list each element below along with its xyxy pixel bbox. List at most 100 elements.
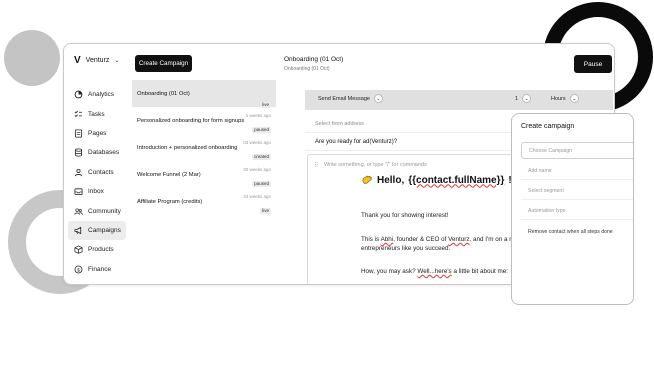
step-type-value: Send Email Message bbox=[318, 95, 370, 102]
chevron-down-icon: ⌄ bbox=[522, 94, 532, 103]
sidebar-nav: Analytics Tasks Pages Databases Contacts… bbox=[68, 85, 126, 279]
campaign-name: Introduction + personalized onboarding bbox=[137, 144, 238, 151]
campaign-item[interactable]: Introduction + personalized onboarding 0… bbox=[132, 134, 276, 161]
delay-unit-select[interactable]: Hours ⌄ bbox=[551, 94, 579, 103]
text-run: , and I'm on a m bbox=[469, 236, 515, 243]
text-run: This is bbox=[361, 236, 381, 243]
inbox-icon bbox=[74, 187, 83, 196]
campaign-meta: 1 weeks ago paused bbox=[246, 113, 271, 136]
pause-button[interactable]: Pause bbox=[574, 55, 612, 73]
database-icon bbox=[74, 148, 83, 157]
choose-campaign-select[interactable]: Choose Campaign bbox=[521, 142, 633, 159]
campaign-name: Onboarding (01 Oct) bbox=[137, 90, 190, 97]
text-run: How, you may ask? bbox=[361, 268, 418, 275]
campaign-item[interactable]: Onboarding (01 Oct) live bbox=[132, 80, 276, 108]
status-badge: paused bbox=[252, 180, 271, 187]
text-run: a little bit about me: bbox=[451, 268, 509, 275]
community-icon bbox=[74, 207, 83, 216]
tasks-icon bbox=[74, 110, 83, 119]
status-badge: created bbox=[251, 153, 271, 160]
sidebar-item-analytics[interactable]: Analytics bbox=[68, 85, 126, 104]
paragraph-intro: This is Abhi, founder & CEO of Venturz, … bbox=[361, 235, 514, 244]
campaign-meta: 03 weeks ago created bbox=[243, 140, 271, 163]
editor-placeholder: Write something, or type "/" for command… bbox=[324, 162, 427, 168]
breadcrumb: Onboarding (01 Oct) bbox=[284, 66, 330, 72]
campaign-name: Affiliate Program (credits) bbox=[137, 198, 203, 205]
delay-value-select[interactable]: 1 ⌄ bbox=[515, 94, 532, 103]
sidebar-item-products[interactable]: Products bbox=[68, 240, 126, 259]
status-badge: live bbox=[260, 207, 271, 214]
sidebar-item-label: Inbox bbox=[88, 188, 104, 196]
chevron-down-icon: ⌄ bbox=[373, 94, 383, 103]
campaign-item[interactable]: Personalized onboarding for form signups… bbox=[132, 107, 276, 134]
sidebar-item-campaigns[interactable]: Campaigns bbox=[68, 220, 126, 241]
contacts-icon bbox=[74, 168, 83, 177]
sidebar-item-label: Campaigns bbox=[88, 226, 121, 234]
delay-value: 1 bbox=[515, 95, 519, 102]
remove-contact-option[interactable]: Remove contact when all steps done bbox=[528, 229, 613, 235]
sidebar-item-label: Contacts bbox=[88, 168, 114, 176]
delay-unit-value: Hours bbox=[551, 95, 566, 102]
sidebar-item-label: Finance bbox=[88, 265, 112, 273]
merge-field-contact-fullname[interactable]: {{contact.fullName}} bbox=[408, 175, 504, 186]
status-badge: paused bbox=[252, 126, 271, 133]
chevron-down-icon: ⌄ bbox=[114, 58, 120, 64]
svg-text:$: $ bbox=[77, 267, 80, 273]
sidebar-item-databases[interactable]: Databases bbox=[68, 143, 126, 162]
campaign-list: Onboarding (01 Oct) live Personalized on… bbox=[132, 80, 276, 215]
campaign-item[interactable]: Affiliate Program (credits) 34 weeks ago… bbox=[132, 188, 276, 215]
sidebar-item-label: Products bbox=[88, 246, 114, 254]
sidebar-item-contacts[interactable]: Contacts bbox=[68, 163, 126, 182]
sidebar-item-finance[interactable]: $ Finance bbox=[68, 260, 126, 279]
greeting-prefix: Hello, bbox=[377, 174, 405, 186]
create-campaign-button[interactable]: Create Campaign bbox=[135, 55, 192, 72]
drag-handle-icon[interactable]: ⠿ bbox=[314, 162, 318, 169]
sidebar-item-label: Tasks bbox=[88, 110, 105, 118]
sidebar-item-label: Databases bbox=[88, 149, 120, 157]
text-run: Venturz bbox=[448, 236, 470, 243]
chevron-down-icon: ⌄ bbox=[569, 94, 579, 103]
campaign-name: Personalized onboarding for form signups bbox=[137, 117, 245, 124]
subject-field[interactable]: Are you ready for ad(Venturz)? bbox=[315, 139, 397, 145]
box-icon bbox=[74, 245, 83, 254]
sidebar-item-tasks[interactable]: Tasks bbox=[68, 104, 126, 123]
sidebar-item-pages[interactable]: Pages bbox=[68, 124, 126, 143]
panel-title: Create campaign bbox=[521, 123, 575, 130]
create-campaign-panel: Create campaign Choose Campaign Add name… bbox=[511, 113, 634, 305]
campaign-meta: 30 weeks ago paused bbox=[243, 167, 271, 190]
text-run: Well...here's bbox=[417, 268, 452, 275]
sidebar-item-label: Community bbox=[88, 207, 121, 215]
campaign-time: 34 weeks ago bbox=[243, 194, 271, 199]
campaign-time: 03 weeks ago bbox=[243, 140, 271, 145]
paragraph-about: How, you may ask? Well...here's a little… bbox=[361, 267, 508, 276]
waving-hand-icon bbox=[361, 174, 373, 186]
text-run: , founder & CEO of bbox=[393, 236, 449, 243]
from-address-field[interactable]: Select from address bbox=[315, 121, 364, 127]
pages-icon bbox=[74, 129, 83, 138]
campaign-meta: 34 weeks ago live bbox=[243, 194, 271, 217]
sidebar-item-community[interactable]: Community bbox=[68, 201, 126, 220]
sidebar-item-label: Pages bbox=[88, 129, 107, 137]
paragraph-thanks: Thank you for showing interest! bbox=[361, 212, 449, 219]
megaphone-icon bbox=[74, 226, 83, 235]
sidebar-item-label: Analytics bbox=[88, 91, 115, 99]
page-title: Onboarding (01 Oct) bbox=[284, 56, 344, 63]
text-run: Abhi bbox=[380, 236, 394, 243]
name-input[interactable]: Add name bbox=[521, 163, 633, 180]
segment-select[interactable]: Select segment bbox=[521, 183, 633, 200]
workspace-switcher[interactable]: V Venturz ⌄ bbox=[74, 55, 119, 66]
step-toolbar: Send Email Message ⌄ 1 ⌄ Hours ⌄ bbox=[305, 90, 613, 110]
sidebar-item-inbox[interactable]: Inbox bbox=[68, 182, 126, 201]
paragraph-intro-line2: entrepreneurs like you succeed. bbox=[361, 245, 451, 252]
finance-icon: $ bbox=[74, 265, 83, 274]
campaign-time: 30 weeks ago bbox=[243, 167, 271, 172]
campaign-name: Welcome Funnel (2 Mar) bbox=[137, 171, 201, 178]
greeting-heading: Hello, {{contact.fullName}} ! bbox=[361, 174, 512, 186]
workspace-name: Venturz bbox=[85, 57, 110, 64]
automation-type-select[interactable]: Automation type bbox=[521, 203, 633, 220]
sidebar: V Venturz ⌄ Analytics Tasks Pages Databa… bbox=[64, 44, 130, 284]
campaign-item[interactable]: Welcome Funnel (2 Mar) 30 weeks ago paus… bbox=[132, 161, 276, 188]
venturz-logo-icon: V bbox=[74, 55, 81, 66]
campaign-time: 1 weeks ago bbox=[245, 113, 271, 118]
step-type-select[interactable]: Send Email Message ⌄ bbox=[318, 94, 383, 103]
